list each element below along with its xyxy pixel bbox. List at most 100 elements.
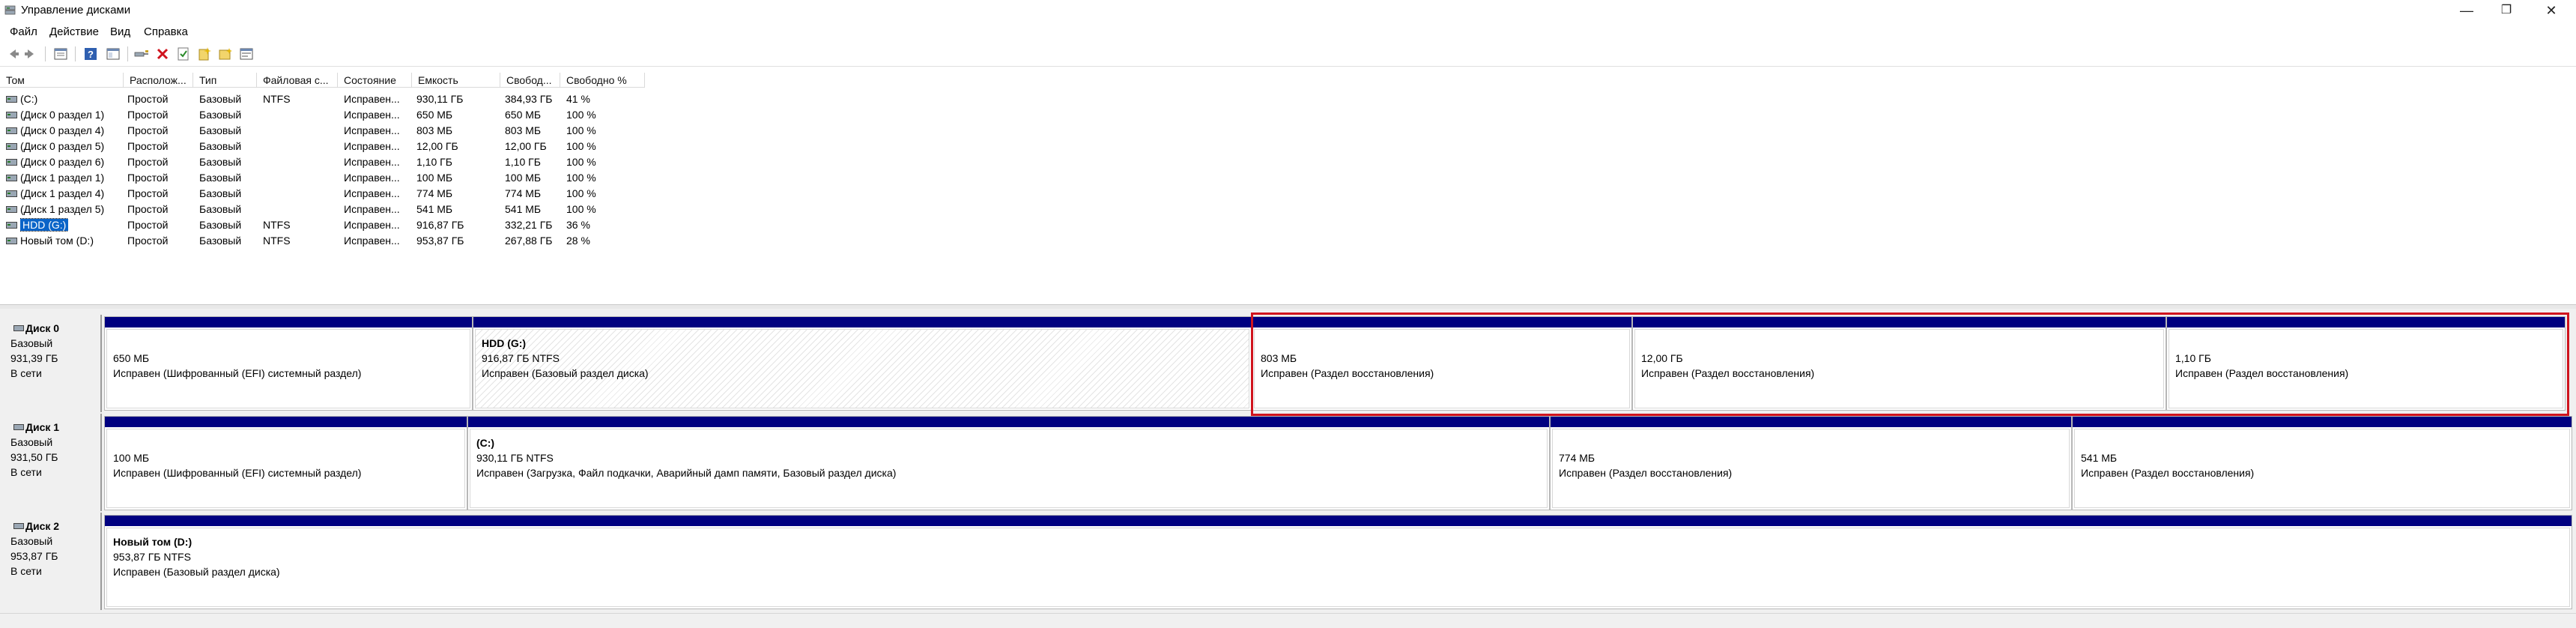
cell-volume-name: (Диск 0 раздел 1) <box>20 107 104 123</box>
forward-icon[interactable] <box>22 46 39 62</box>
column-type[interactable]: Тип <box>193 73 257 88</box>
disk-2-label[interactable]: Диск 2 Базовый 953,87 ГБ В сети <box>3 513 102 610</box>
partition-d[interactable]: Новый том (D:) 953,87 ГБ NTFS Исправен (… <box>104 515 2572 609</box>
table-row[interactable]: (Диск 1 раздел 4) Простой Базовый Исправен.… <box>0 186 2576 202</box>
volume-name: (Диск 1 раздел 4) <box>20 187 105 199</box>
partition-status: Исправен (Раздел восстановления) <box>1559 467 1733 479</box>
partition-info: 100 МБ Исправен (Шифрованный (EFI) систе… <box>106 429 465 508</box>
back-icon[interactable] <box>4 46 21 62</box>
cell-status: Исправен... <box>344 172 400 184</box>
disk-size: 931,50 ГБ <box>10 451 58 463</box>
table-row[interactable]: (Диск 0 раздел 5) Простой Базовый Исправен.… <box>0 139 2576 154</box>
partition-size: 12,00 ГБ <box>1641 352 1683 364</box>
partition-disk1-1[interactable]: 100 МБ Исправен (Шифрованный (EFI) систе… <box>104 416 467 510</box>
cell-status: Исправен... <box>344 109 400 121</box>
partition-info: (C:) 930,11 ГБ NTFS Исправен (Загрузка, … <box>470 429 1548 508</box>
cell-volume-name: (Диск 0 раздел 6) <box>20 154 104 170</box>
partition-title: HDD (G:) <box>482 337 527 349</box>
cell-status: Исправен... <box>344 187 400 199</box>
menu-view[interactable]: Вид <box>110 25 130 38</box>
folder-icon[interactable] <box>217 46 234 62</box>
disk-type: Базовый <box>10 436 53 448</box>
volume-name: (C:) <box>20 93 38 105</box>
cell-layout: Простой <box>127 156 169 168</box>
partition-disk1-4[interactable]: 774 МБ Исправен (Раздел восстановления) <box>1550 416 2072 510</box>
toolbar-separator <box>45 46 46 61</box>
partition-status: Исправен (Раздел восстановления) <box>2175 367 2349 379</box>
volume-icon <box>6 159 17 166</box>
cell-free-percent: 36 % <box>566 219 590 231</box>
volume-list-header: Том Располож... Тип Файловая с... Состоя… <box>0 73 2576 89</box>
partition-title: Новый том (D:) <box>113 536 193 548</box>
menu-help[interactable]: Справка <box>144 25 188 38</box>
partition-disk1-5[interactable]: 541 МБ Исправен (Раздел восстановления) <box>2072 416 2572 510</box>
table-row[interactable]: (Диск 0 раздел 4) Простой Базовый Исправен.… <box>0 123 2576 139</box>
title-bar: Управление дисками — ❐ ✕ <box>0 0 2576 21</box>
menu-action[interactable]: Действие <box>49 25 99 38</box>
partition-disk0-1[interactable]: 650 МБ Исправен (Шифрованный (EFI) систе… <box>104 316 473 411</box>
volume-name: HDD (G:) <box>20 218 69 232</box>
partition-disk0-5[interactable]: 12,00 ГБ Исправен (Раздел восстановления… <box>1632 316 2166 411</box>
column-free-percent[interactable]: Свободно % <box>560 73 645 88</box>
cell-filesystem: NTFS <box>263 235 291 247</box>
column-layout[interactable]: Располож... <box>124 73 193 88</box>
volume-icon <box>6 206 17 213</box>
table-row[interactable]: (C:) Простой Базовый NTFS Исправен... 930,11 … <box>0 91 2576 107</box>
check-icon[interactable] <box>175 46 192 62</box>
volume-icon <box>6 222 17 229</box>
close-button[interactable]: ✕ <box>2534 0 2569 21</box>
cell-layout: Простой <box>127 187 169 199</box>
partition-status: Исправен (Раздел восстановления) <box>2081 467 2255 479</box>
partition-hdd-g[interactable]: HDD (G:) 916,87 ГБ NTFS Исправен (Базовы… <box>473 316 1252 411</box>
disk-1-label[interactable]: Диск 1 Базовый 931,50 ГБ В сети <box>3 414 102 511</box>
toolbar: ? <box>0 42 2576 67</box>
delete-icon[interactable] <box>154 46 171 62</box>
disk-0-label[interactable]: Диск 0 Базовый 931,39 ГБ В сети <box>3 315 102 412</box>
cell-type: Базовый <box>199 156 242 168</box>
column-capacity[interactable]: Емкость <box>412 73 500 88</box>
new-volume-icon[interactable] <box>196 46 213 62</box>
cell-free-percent: 100 % <box>566 124 596 136</box>
table-row[interactable]: (Диск 0 раздел 6) Простой Базовый Исправен.… <box>0 154 2576 170</box>
cell-type: Базовый <box>199 235 242 247</box>
column-filesystem[interactable]: Файловая с... <box>257 73 338 88</box>
table-row[interactable]: HDD (G:) Простой Базовый NTFS Исправен... 916… <box>0 217 2576 233</box>
help-icon[interactable]: ? <box>82 46 99 62</box>
svg-text:?: ? <box>88 49 94 60</box>
console-view-icon[interactable] <box>105 46 121 62</box>
column-free-space[interactable]: Свобод... <box>500 73 560 88</box>
disk-type: Базовый <box>10 337 53 349</box>
partition-disk0-4[interactable]: 803 МБ Исправен (Раздел восстановления) <box>1252 316 1632 411</box>
disk-size: 953,87 ГБ <box>10 550 58 562</box>
cell-free-percent: 100 % <box>566 172 596 184</box>
maximize-button[interactable]: ❐ <box>2489 0 2524 21</box>
properties-list-icon[interactable] <box>52 46 69 62</box>
column-volume[interactable]: Том <box>0 73 124 88</box>
partition-disk0-6[interactable]: 1,10 ГБ Исправен (Раздел восстановления) <box>2166 316 2566 411</box>
partition-size: 100 МБ <box>113 452 150 464</box>
partition-info: 1,10 ГБ Исправен (Раздел восстановления) <box>2169 329 2563 408</box>
partition-status: Исправен (Шифрованный (EFI) системный ра… <box>113 467 362 479</box>
table-row[interactable]: (Диск 1 раздел 1) Простой Базовый Исправен.… <box>0 170 2576 186</box>
cell-volume-name: (Диск 1 раздел 5) <box>20 202 104 217</box>
partition-c[interactable]: (C:) 930,11 ГБ NTFS Исправен (Загрузка, … <box>467 416 1550 510</box>
table-row[interactable]: Новый том (D:) Простой Базовый NTFS Исправен… <box>0 233 2576 249</box>
volume-icon <box>6 190 17 197</box>
cell-layout: Простой <box>127 93 169 105</box>
connect-disk-icon[interactable] <box>133 46 150 62</box>
volume-name: Новый том (D:) <box>20 235 94 247</box>
cell-type: Базовый <box>199 219 242 231</box>
table-row[interactable]: (Диск 0 раздел 1) Простой Базовый Исправен.… <box>0 107 2576 123</box>
cell-volume-name: HDD (G:) <box>20 217 69 233</box>
cell-volume-name: (Диск 1 раздел 4) <box>20 186 104 202</box>
partition-size: 650 МБ <box>113 352 150 364</box>
partition-size: 803 МБ <box>1261 352 1297 364</box>
settings-icon[interactable] <box>238 46 255 62</box>
column-status[interactable]: Состояние <box>338 73 412 88</box>
minimize-button[interactable]: — <box>2449 0 2484 21</box>
disk-state: В сети <box>10 367 42 379</box>
partition-status: Исправен (Базовый раздел диска) <box>482 367 649 379</box>
partition-info: Новый том (D:) 953,87 ГБ NTFS Исправен (… <box>106 528 2570 607</box>
table-row[interactable]: (Диск 1 раздел 5) Простой Базовый Исправен.… <box>0 202 2576 217</box>
menu-file[interactable]: Файл <box>10 25 37 38</box>
